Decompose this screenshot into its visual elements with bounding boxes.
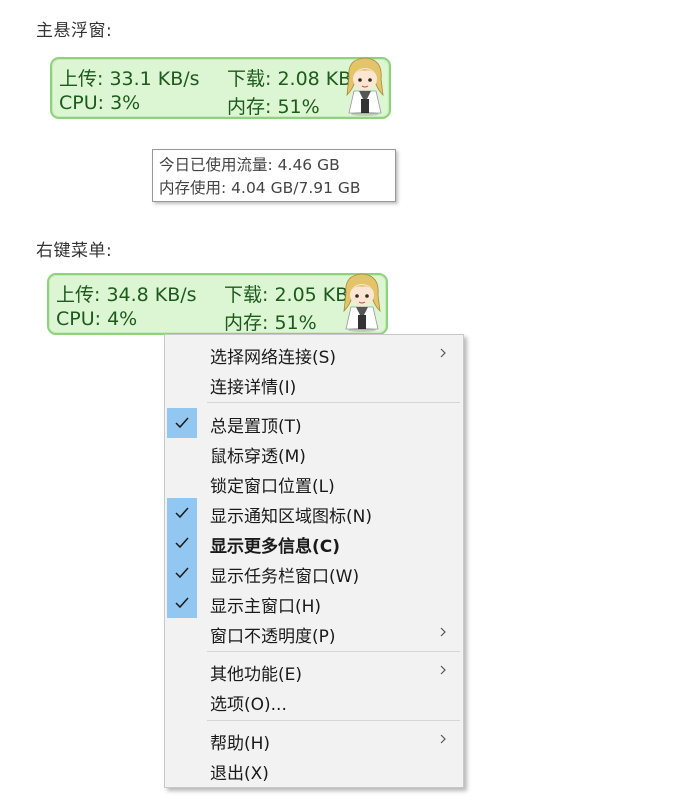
menu-item-label: 显示通知区域图标(N) [210,507,372,527]
check-highlight [167,498,197,528]
menu-item-label: 帮助(H) [210,734,271,754]
chevron-right-icon [440,734,446,744]
menu-item-label: 其他功能(E) [210,665,303,685]
upload-speed: 上传: 34.8 KB/s [56,284,197,306]
chevron-right-icon [440,665,446,675]
menu-item-exit[interactable]: 退出(X) [165,755,463,785]
menu-item-show-taskbar-window[interactable]: 显示任务栏窗口(W) [165,558,463,588]
memory-usage: 内存: 51% [227,96,320,118]
menu-item-mouse-through[interactable]: 鼠标穿透(M) [165,438,463,468]
menu-item-show-tray-icon[interactable]: 显示通知区域图标(N) [165,498,463,528]
check-highlight [167,528,197,558]
menu-item-label: 显示更多信息(C) [210,537,341,557]
menu-item-label: 选择网络连接(S) [210,348,337,368]
menu-item-label: 鼠标穿透(M) [210,447,306,467]
menu-item-other-functions[interactable]: 其他功能(E) [165,656,463,686]
checkmark-icon [175,567,189,579]
menu-item-show-main-window[interactable]: 显示主窗口(H) [165,588,463,618]
check-highlight [167,408,197,438]
menu-item-show-more-info[interactable]: 显示更多信息(C) [165,528,463,558]
menu-separator [207,651,460,652]
cpu-usage: CPU: 3% [59,92,141,114]
anime-girl-mascot-icon [346,57,384,116]
menu-item-help[interactable]: 帮助(H) [165,725,463,755]
menu-item-options[interactable]: 选项(O)... [165,686,463,716]
menu-item-label: 窗口不透明度(P) [210,627,336,647]
memory-usage: 内存: 51% [224,312,317,334]
tooltip-memory: 内存使用: 4.04 GB/7.91 GB [159,179,361,197]
checkmark-icon [175,537,189,549]
menu-item-label: 显示主窗口(H) [210,597,322,617]
float-window-heading: 主悬浮窗: [36,21,113,41]
main-float-window[interactable]: 上传: 33.1 KB/s 下载: 2.08 KB/s CPU: 3% 内存: … [50,57,391,119]
menu-item-always-on-top[interactable]: 总是置顶(T) [165,408,463,438]
menu-item-label: 显示任务栏窗口(W) [210,567,360,587]
menu-item-label: 锁定窗口位置(L) [210,477,335,497]
chevron-right-icon [440,348,446,358]
anime-girl-mascot-icon [343,273,381,332]
cpu-usage: CPU: 4% [56,308,138,330]
menu-item-lock-position[interactable]: 锁定窗口位置(L) [165,468,463,498]
menu-item-label: 退出(X) [210,764,269,784]
menu-separator [207,720,460,721]
chevron-right-icon [440,627,446,637]
check-highlight [167,558,197,588]
tooltip-traffic: 今日已使用流量: 4.46 GB [159,156,340,174]
menu-item-label: 选项(O)... [210,695,287,715]
menu-item-window-opacity[interactable]: 窗口不透明度(P) [165,618,463,648]
menu-item-label: 总是置顶(T) [210,417,302,437]
checkmark-icon [175,597,189,609]
context-menu-heading: 右键菜单: [36,241,113,261]
menu-separator [207,402,460,403]
info-tooltip: 今日已使用流量: 4.46 GB 内存使用: 4.04 GB/7.91 GB [152,149,396,202]
checkmark-icon [175,417,189,429]
menu-item-label: 连接详情(I) [210,378,297,398]
menu-item-connection-details[interactable]: 连接详情(I) [165,369,463,399]
context-menu: 选择网络连接(S) 连接详情(I) 总是置顶(T) 鼠标穿透(M) 锁定窗口位置… [164,334,464,788]
checkmark-icon [175,507,189,519]
upload-speed: 上传: 33.1 KB/s [59,68,200,90]
menu-item-select-network[interactable]: 选择网络连接(S) [165,339,463,369]
check-highlight [167,588,197,618]
main-float-window-2[interactable]: 上传: 34.8 KB/s 下载: 2.05 KB/s CPU: 4% 内存: … [47,273,388,335]
